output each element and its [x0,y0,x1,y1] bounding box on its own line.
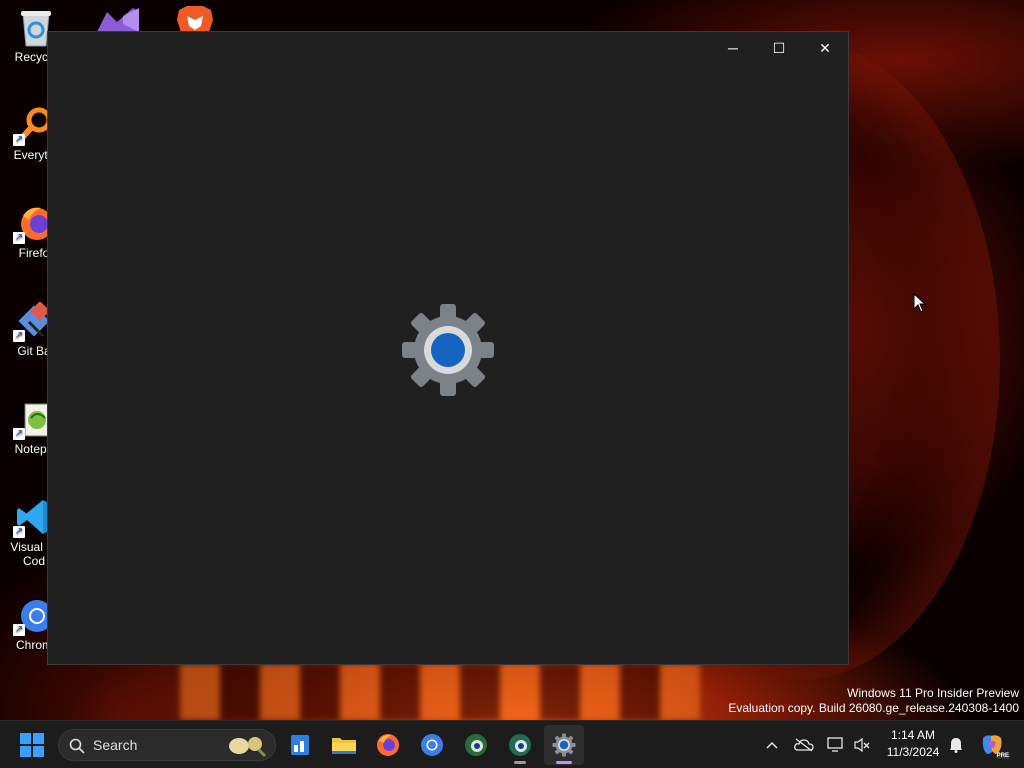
copilot-button[interactable]: PRE [972,725,1012,765]
chevron-up-icon [766,741,778,749]
windows-start-icon [20,733,44,757]
minimize-icon: ─ [728,40,738,56]
active-indicator [556,761,572,764]
search-highlight-icon [229,737,267,758]
shortcut-arrow-icon: ↗ [13,330,25,342]
clock-time: 1:14 AM [890,728,936,742]
firefox-icon [377,734,399,756]
taskbar-search[interactable]: Search [58,729,276,761]
taskbar-app-edge-canary[interactable] [456,725,496,765]
notifications-button[interactable] [946,735,966,755]
start-button[interactable] [12,725,52,765]
shortcut-arrow-icon: ↗ [13,134,25,146]
taskbar-app-settings[interactable] [544,725,584,765]
taskbar-app-chromium[interactable] [412,725,452,765]
taskbar-app-edge-dev[interactable] [500,725,540,765]
brave-icon[interactable] [173,6,217,32]
close-icon: ✕ [819,39,831,56]
close-button[interactable]: ✕ [802,32,848,64]
folder-icon [332,738,356,754]
settings-gear-icon [552,733,576,757]
taskbar-app-firefox[interactable] [368,725,408,765]
edge-dev-icon [509,734,531,756]
search-placeholder: Search [93,737,138,753]
shortcut-arrow-icon: ↗ [13,232,25,244]
search-icon [69,738,85,754]
volume-tray[interactable] [852,735,872,755]
shortcut-arrow-icon: ↗ [13,428,25,440]
taskbar-app-widgets[interactable] [280,725,320,765]
network-icon [827,737,843,752]
minimize-button[interactable]: ─ [710,32,756,64]
taskbar-app-file-explorer[interactable] [324,725,364,765]
network-tray[interactable] [826,735,846,755]
volume-muted-icon [854,737,870,753]
mouse-cursor-icon [913,292,927,318]
show-hidden-icons-button[interactable] [762,735,782,755]
onedrive-offline-icon [794,738,814,752]
edge-icon [465,734,487,756]
taskbar-clock[interactable]: 1:14 AM 11/3/2024 [878,727,948,761]
copilot-pre-badge: PRE [995,753,1010,759]
shortcut-arrow-icon: ↗ [13,526,25,538]
clock-date: 11/3/2024 [886,745,940,759]
running-indicator [514,761,526,764]
onedrive-tray[interactable] [794,735,814,755]
settings-gear-icon [400,302,496,398]
taskbar: Search 1:14 AM 11/3/2024 PRE [0,720,1024,768]
chromium-icon [421,734,443,756]
shortcut-arrow-icon: ↗ [13,624,25,636]
settings-window[interactable]: ─ ☐ ✕ [47,31,849,665]
watermark-line2: Evaluation copy. Build 26080.ge_release.… [728,701,1019,715]
visual-studio-icon[interactable] [93,6,141,32]
maximize-icon: ☐ [772,39,786,56]
maximize-button[interactable]: ☐ [756,32,802,64]
watermark-line1: Windows 11 Pro Insider Preview [847,686,1019,700]
wallpaper-pumpkin-teeth [180,664,700,720]
bell-icon [950,738,962,753]
widgets-icon [291,735,309,755]
